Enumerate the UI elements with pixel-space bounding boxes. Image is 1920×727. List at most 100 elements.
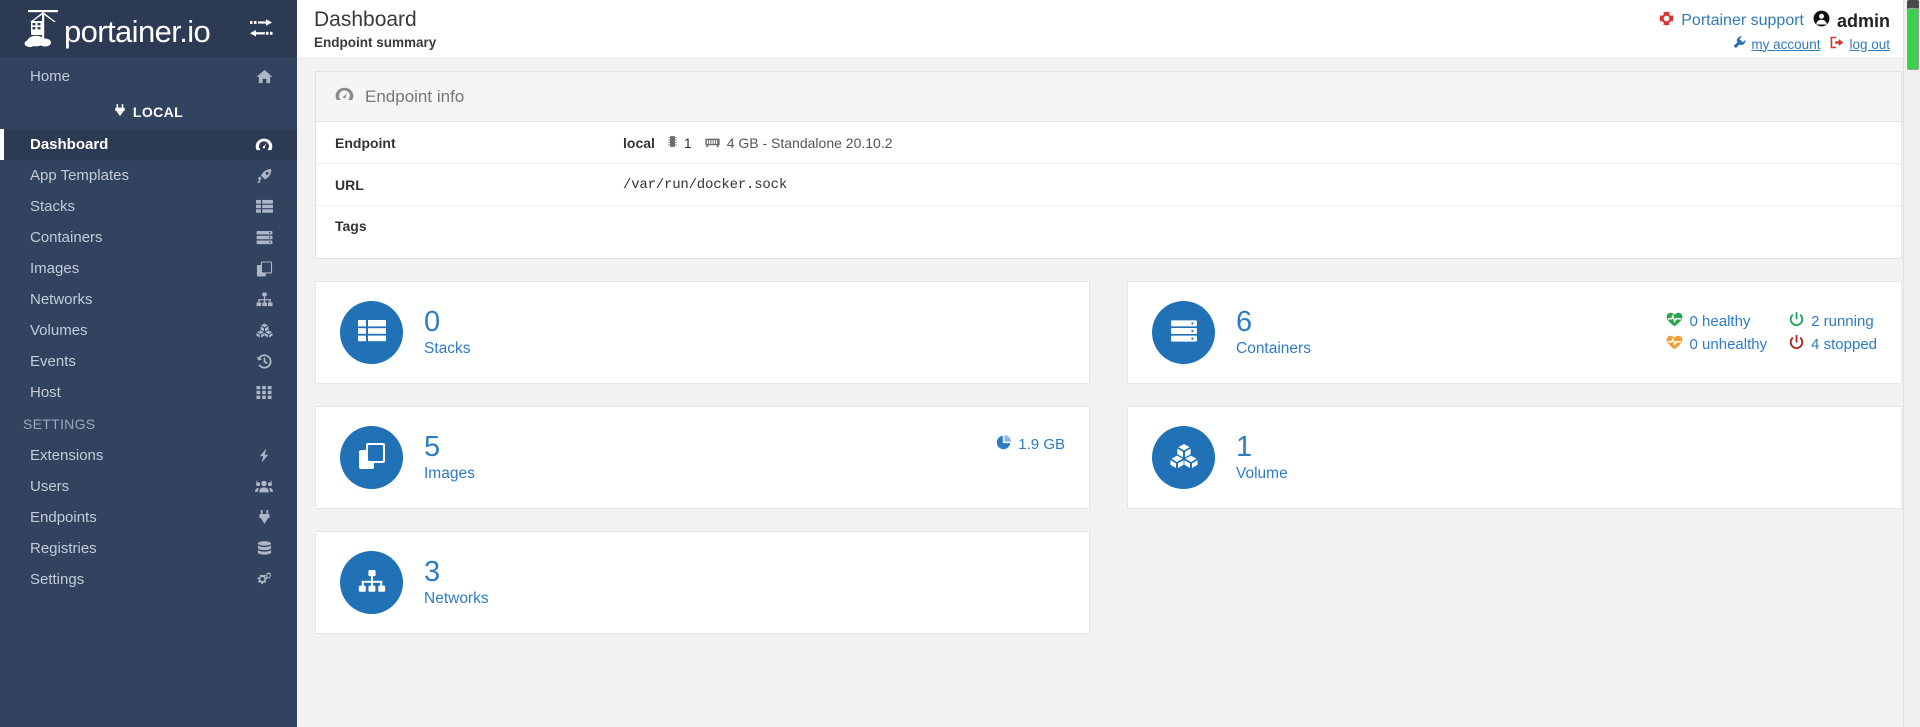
stacks-label: Stacks bbox=[424, 340, 471, 358]
dashboard-gauge-icon bbox=[253, 137, 275, 152]
endpoint-info-header: Endpoint info bbox=[316, 72, 1901, 122]
dashboard-cards-grid: 0 Stacks 6 Containers 0 healthy 2 runnin… bbox=[315, 281, 1902, 634]
stacks-count: 0 bbox=[424, 305, 441, 338]
tags-row: Tags bbox=[316, 206, 1901, 258]
copy-layers-icon bbox=[358, 442, 386, 474]
endpoint-info-panel: Endpoint info Endpoint local 1 4 GB - St… bbox=[315, 71, 1902, 259]
gauge-icon bbox=[335, 86, 354, 107]
sidebar-item-endpoints[interactable]: Endpoints bbox=[0, 502, 297, 533]
sidebar-item-app-templates[interactable]: App Templates bbox=[0, 160, 297, 191]
copy-layers-icon bbox=[253, 260, 275, 277]
images-card-icon-circle bbox=[340, 426, 403, 489]
sidebar-item-label: Extensions bbox=[30, 447, 104, 464]
card-images[interactable]: 5 Images 1.9 GB bbox=[315, 406, 1090, 509]
sidebar-item-label: Events bbox=[30, 353, 76, 370]
sidebar-item-label: Dashboard bbox=[30, 136, 109, 153]
cubes-icon bbox=[1169, 443, 1198, 473]
top-bar: Dashboard Endpoint summary Portainer sup… bbox=[297, 0, 1920, 57]
power-green-icon bbox=[1789, 311, 1804, 331]
grid-th-icon bbox=[253, 385, 275, 400]
containers-label: Containers bbox=[1236, 340, 1311, 358]
sidebar-item-label: Endpoints bbox=[30, 509, 97, 526]
endpoint-info-title: Endpoint info bbox=[365, 86, 465, 106]
sidebar-item-label: Home bbox=[30, 67, 71, 85]
card-stacks[interactable]: 0 Stacks bbox=[315, 281, 1090, 384]
card-volumes[interactable]: 1 Volume bbox=[1127, 406, 1902, 509]
sidebar-item-networks[interactable]: Networks bbox=[0, 284, 297, 315]
brand-logo[interactable]: portainer.io bbox=[22, 8, 211, 50]
users-icon bbox=[253, 479, 275, 494]
sidebar-item-label: Users bbox=[30, 478, 70, 495]
status-healthy: 0 healthy bbox=[1666, 312, 1768, 331]
logout-label: log out bbox=[1849, 36, 1890, 52]
sidebar-item-volumes[interactable]: Volumes bbox=[0, 315, 297, 346]
table-list-icon bbox=[357, 319, 386, 347]
sidebar-item-label: Settings bbox=[30, 571, 85, 588]
card-containers[interactable]: 6 Containers 0 healthy 2 running 0 unhea… bbox=[1127, 281, 1902, 384]
sidebar-item-label: Host bbox=[30, 384, 61, 401]
sitemap-icon bbox=[253, 292, 275, 307]
sidebar-item-extensions[interactable]: Extensions bbox=[0, 440, 297, 471]
sidebar-item-registries[interactable]: Registries bbox=[0, 533, 297, 564]
volumes-card-icon-circle bbox=[1152, 426, 1215, 489]
home-icon bbox=[253, 69, 275, 84]
my-account-link[interactable]: my account bbox=[1733, 36, 1820, 52]
sidebar-section-local: LOCAL bbox=[0, 95, 297, 129]
my-account-label: my account bbox=[1751, 36, 1821, 52]
containers-status-group: 0 healthy 2 running 0 unhealthy 4 stoppe… bbox=[1666, 311, 1877, 354]
main-content: Dashboard Endpoint summary Portainer sup… bbox=[297, 0, 1920, 727]
cogs-icon bbox=[253, 572, 275, 587]
networks-label: Networks bbox=[424, 590, 489, 608]
images-count: 5 bbox=[424, 430, 441, 463]
sidebar-item-images[interactable]: Images bbox=[0, 253, 297, 284]
user-account-row-bottom: my account log out bbox=[1659, 36, 1890, 52]
sidebar-item-label: Networks bbox=[30, 291, 93, 308]
networks-card-icon-circle bbox=[340, 551, 403, 614]
card-networks[interactable]: 3 Networks bbox=[315, 531, 1090, 634]
status-healthy-label: 0 healthy bbox=[1689, 312, 1751, 330]
page-heading-group: Dashboard Endpoint summary bbox=[314, 8, 436, 50]
sidebar-item-settings[interactable]: Settings bbox=[0, 564, 297, 595]
plug-icon bbox=[253, 510, 275, 525]
memory-and-version: 4 GB - Standalone 20.10.2 bbox=[726, 134, 893, 151]
sidebar-item-containers[interactable]: Containers bbox=[0, 222, 297, 253]
user-name-display[interactable]: admin bbox=[1813, 10, 1890, 32]
status-unhealthy: 0 unhealthy bbox=[1666, 335, 1767, 354]
status-stopped: 4 stopped bbox=[1789, 334, 1877, 354]
sidebar-item-label: Images bbox=[30, 260, 80, 277]
sidebar-item-events[interactable]: Events bbox=[0, 346, 297, 377]
heartbeat-green-icon bbox=[1666, 312, 1683, 331]
cubes-icon bbox=[253, 323, 275, 338]
database-icon bbox=[253, 541, 275, 556]
admin-label: admin bbox=[1836, 10, 1890, 31]
brand-header: portainer.io bbox=[0, 0, 297, 57]
server-stack-icon bbox=[1170, 319, 1198, 347]
url-row-value: /var/run/docker.sock bbox=[623, 176, 788, 193]
containers-card-icon-circle bbox=[1152, 301, 1215, 364]
logout-link[interactable]: log out bbox=[1830, 36, 1890, 52]
scrollbar-thumb[interactable] bbox=[1907, 8, 1919, 70]
heartbeat-orange-icon bbox=[1666, 335, 1683, 354]
user-account-area: Portainer support admin my account log o… bbox=[1659, 8, 1890, 52]
images-total-size: 1.9 GB bbox=[996, 435, 1065, 454]
volumes-label: Volume bbox=[1236, 465, 1288, 483]
status-running: 2 running bbox=[1789, 311, 1877, 331]
sidebar-toggle-icon[interactable] bbox=[247, 18, 275, 40]
sidebar-item-dashboard[interactable]: Dashboard bbox=[0, 129, 297, 160]
page-scrollbar[interactable] bbox=[1903, 0, 1920, 727]
sidebar-item-stacks[interactable]: Stacks bbox=[0, 191, 297, 222]
plug-icon bbox=[114, 103, 126, 121]
sitemap-icon bbox=[358, 569, 386, 597]
url-row: URL /var/run/docker.sock bbox=[316, 164, 1901, 206]
status-stopped-label: 4 stopped bbox=[1811, 335, 1877, 353]
sidebar-item-home[interactable]: Home bbox=[0, 57, 297, 95]
cpu-count: 1 bbox=[683, 134, 692, 151]
sidebar-item-users[interactable]: Users bbox=[0, 471, 297, 502]
sidebar-item-host[interactable]: Host bbox=[0, 377, 297, 408]
app-root: portainer.io Home LOCAL Dashboard App Te… bbox=[0, 0, 1920, 727]
sidebar: portainer.io Home LOCAL Dashboard App Te… bbox=[0, 0, 297, 727]
memory-icon bbox=[705, 135, 720, 151]
cpu-icon bbox=[668, 135, 677, 151]
portainer-support-link[interactable]: Portainer support bbox=[1659, 11, 1804, 31]
server-stack-icon bbox=[253, 230, 275, 245]
